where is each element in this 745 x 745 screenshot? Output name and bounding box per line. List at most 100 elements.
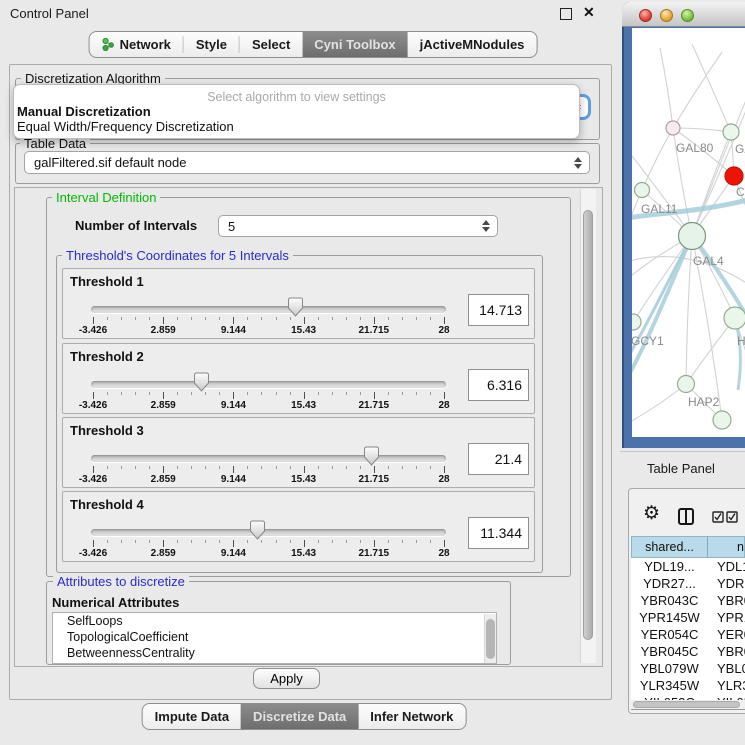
algorithm-option-equal-width[interactable]: Equal Width/Frequency Discretization — [17, 119, 234, 134]
cell-name[interactable]: YBR04 — [708, 592, 745, 609]
network-node[interactable] — [635, 183, 650, 198]
number-of-intervals-spinner[interactable]: 5 — [218, 215, 498, 237]
algorithm-option-manual[interactable]: Manual Discretization — [17, 104, 151, 119]
cell-name[interactable]: YBL07 — [708, 660, 745, 677]
threshold-label: Threshold 3 — [70, 423, 144, 438]
node-label: GA — [735, 142, 745, 156]
cell-name[interactable]: YBR04 — [708, 643, 745, 660]
cell-shared-name[interactable]: YBR043C — [631, 592, 708, 609]
tab-select[interactable]: Select — [240, 32, 302, 57]
cell-name[interactable]: YDL19 — [708, 558, 745, 575]
threshold-slider-thumb[interactable] — [287, 297, 304, 317]
cell-shared-name[interactable]: YDL19... — [631, 558, 708, 575]
attribute-item[interactable]: SelfLoops — [53, 613, 496, 629]
network-node[interactable] — [678, 376, 695, 393]
table-horizontal-scrollbar[interactable] — [631, 700, 745, 709]
node-label: GAL80 — [676, 141, 714, 155]
table-row[interactable]: YPR145WYPR14 — [631, 609, 745, 626]
cell-shared-name[interactable]: YBR045C — [631, 643, 708, 660]
cell-name[interactable]: YPR14 — [708, 609, 745, 626]
checkbox-icon[interactable] — [712, 511, 724, 523]
network-node[interactable] — [723, 124, 739, 140]
network-node[interactable] — [725, 167, 743, 185]
main-vertical-scrollbar[interactable] — [580, 189, 596, 663]
header-cell-name[interactable]: n — [708, 537, 744, 557]
cell-name[interactable]: YLR34 — [708, 677, 745, 694]
tick-mark — [444, 317, 445, 324]
tick-mark — [219, 392, 220, 395]
tick-mark — [191, 466, 192, 469]
cell-shared-name[interactable]: YDR27... — [631, 575, 708, 592]
checkbox-icon[interactable] — [726, 511, 738, 523]
cell-shared-name[interactable]: YER054C — [631, 626, 708, 643]
tick-mark — [93, 317, 94, 324]
tick-mark — [107, 317, 108, 320]
table-row[interactable]: YDL19...YDL19 — [631, 558, 745, 575]
threshold-value-field[interactable]: 14.713 — [468, 294, 529, 326]
network-node[interactable] — [666, 121, 680, 135]
attribute-item[interactable]: TopologicalCoefficient — [53, 629, 496, 645]
cell-name[interactable]: YER05 — [708, 626, 745, 643]
threshold-slider-thumb[interactable] — [363, 446, 380, 466]
tick-mark — [191, 392, 192, 395]
tick-mark — [318, 466, 319, 469]
attributes-scrollbar[interactable] — [484, 614, 497, 664]
cell-name[interactable]: YDR27 — [708, 575, 745, 592]
tick-mark — [374, 392, 375, 399]
float-window-icon[interactable] — [560, 8, 572, 20]
close-traffic-light[interactable] — [639, 9, 652, 22]
threshold-slider-track[interactable] — [91, 306, 446, 313]
scrollbar-thumb[interactable] — [583, 210, 593, 640]
tab-impute-data[interactable]: Impute Data — [143, 704, 241, 729]
table-row[interactable]: YER054CYER05 — [631, 626, 745, 643]
threshold-value-field[interactable]: 6.316 — [468, 369, 529, 401]
table-data-combo[interactable]: galFiltered.sif default node — [24, 151, 590, 174]
network-edge — [686, 318, 735, 384]
table-row[interactable]: YBR045CYBR04 — [631, 643, 745, 660]
tick-mark — [402, 540, 403, 543]
threshold-slider-track[interactable] — [91, 381, 446, 388]
network-node[interactable] — [724, 307, 745, 329]
tab-discretize-data[interactable]: Discretize Data — [241, 704, 358, 729]
node-label: HAP2 — [688, 395, 720, 409]
cell-shared-name[interactable]: YLR345W — [631, 677, 708, 694]
cell-shared-name[interactable]: YBL079W — [631, 660, 708, 677]
cell-shared-name[interactable]: YPR145W — [631, 609, 708, 626]
minimize-traffic-light[interactable] — [660, 9, 673, 22]
threshold-slider-thumb[interactable] — [249, 520, 266, 540]
threshold-value-field[interactable]: 21.4 — [468, 443, 529, 475]
table-row[interactable]: YDR27...YDR27 — [631, 575, 745, 592]
gear-icon[interactable]: ⚙ — [643, 503, 660, 525]
tab-network[interactable]: Network — [90, 32, 183, 57]
scrollbar-thumb[interactable] — [486, 619, 495, 659]
apply-button[interactable]: Apply — [253, 668, 320, 689]
network-node[interactable] — [679, 223, 706, 250]
threshold-slider-track[interactable] — [91, 455, 446, 462]
tab-infer-network[interactable]: Infer Network — [358, 704, 465, 729]
attribute-item[interactable]: BetweennessCentrality — [53, 645, 496, 661]
table-row[interactable]: YLR345WYLR34 — [631, 677, 745, 694]
network-canvas[interactable]: GAL80GACGAL11GAL4GCY1HHAP2 — [632, 28, 745, 437]
network-node[interactable] — [713, 411, 731, 429]
table-row[interactable]: YBL079WYBL07 — [631, 660, 745, 677]
network-node[interactable] — [632, 314, 641, 330]
threshold-slider-track[interactable] — [91, 529, 446, 536]
tab-style[interactable]: Style — [184, 32, 239, 57]
tick-mark — [416, 392, 417, 395]
tab-cyni-toolbox[interactable]: Cyni Toolbox — [302, 32, 407, 57]
tick-mark — [205, 466, 206, 469]
tab-jactivemnodules[interactable]: jActiveMNodules — [408, 32, 537, 57]
threshold-value-field[interactable]: 11.344 — [468, 517, 529, 549]
columns-icon[interactable] — [678, 508, 694, 525]
zoom-traffic-light[interactable] — [681, 9, 694, 22]
bottom-tab-bar: Impute DataDiscretize DataInfer Network — [142, 703, 467, 730]
tick-mark — [346, 392, 347, 395]
table-row[interactable]: YBR043CYBR04 — [631, 592, 745, 609]
tick-mark — [107, 540, 108, 543]
threshold-slider-thumb[interactable] — [193, 372, 210, 392]
tick-mark — [416, 317, 417, 320]
scrollbar-thumb[interactable] — [633, 701, 740, 708]
tick-label: 2.859 — [151, 325, 176, 336]
close-icon[interactable]: ✕ — [583, 4, 595, 21]
header-cell-shared-name[interactable]: shared... — [632, 537, 708, 557]
